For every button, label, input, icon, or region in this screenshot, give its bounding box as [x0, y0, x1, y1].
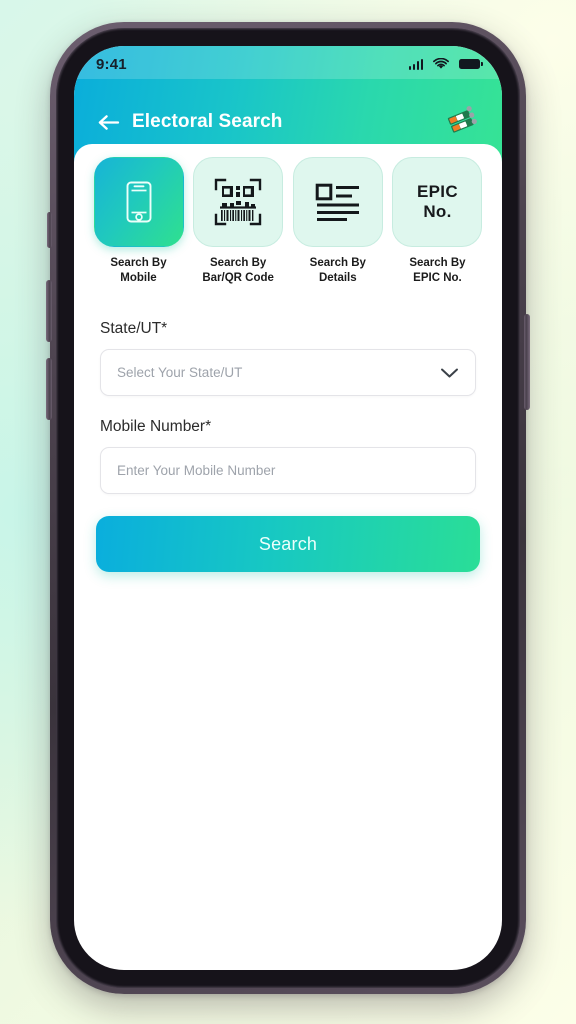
cellular-signal-icon	[408, 58, 423, 70]
status-bar: 9:41	[74, 46, 502, 79]
state-field-label: State/UT*	[100, 320, 168, 337]
status-bar-indicators	[408, 58, 483, 70]
page-title: Electoral Search	[132, 111, 283, 132]
tab-search-by-details[interactable]: Search By Details	[291, 157, 384, 286]
mobile-number-field[interactable]	[100, 447, 476, 494]
tab-search-by-mobile[interactable]: Search By Mobile	[92, 157, 185, 286]
epic-text-line1: EPIC	[417, 182, 458, 201]
state-input[interactable]	[117, 365, 440, 380]
phone-device-frame: 9:41 Electoral Search Search By Mobile S…	[46, 22, 530, 994]
state-select[interactable]	[100, 349, 476, 396]
epic-no-text-icon: EPIC No.	[417, 182, 458, 222]
search-action-bar: Search	[74, 516, 502, 610]
wifi-icon	[433, 58, 449, 69]
mobile-field-label: Mobile Number*	[100, 418, 212, 435]
tab-label-line1: Search By	[110, 257, 167, 269]
app-header: 9:41 Electoral Search Search By Mobile S…	[74, 46, 502, 572]
phone-power-button[interactable]	[524, 314, 530, 410]
tab-label-line2: EPIC No.	[413, 272, 462, 284]
field-block-state: State/UT*	[100, 320, 476, 396]
page-backdrop: 9:41 Electoral Search Search By Mobile S…	[0, 0, 576, 1024]
status-bar-time: 9:41	[96, 55, 127, 73]
search-form: State/UT* Mobile Number*	[74, 286, 502, 516]
phone-volume-up-button[interactable]	[46, 280, 52, 342]
tab-label-line2: Mobile	[120, 272, 157, 284]
tab-label-epic-no: Search By EPIC No.	[409, 256, 465, 286]
barcode-qr-icon	[214, 178, 262, 226]
tab-tile-epic-no: EPIC No.	[392, 157, 483, 247]
tab-label-line1: Search By	[210, 257, 267, 269]
tab-tile-mobile	[93, 157, 184, 247]
tab-tile-bar-qr	[193, 157, 284, 247]
mobile-phone-icon	[126, 181, 151, 223]
phone-silent-switch[interactable]	[47, 212, 52, 248]
tab-search-by-bar-qr-code[interactable]: Search By Bar/QR Code	[192, 157, 285, 286]
phone-volume-down-button[interactable]	[46, 358, 52, 420]
tab-label-bar-qr: Search By Bar/QR Code	[202, 256, 274, 286]
back-arrow-icon[interactable]	[94, 107, 124, 137]
tab-label-mobile: Search By Mobile	[110, 256, 166, 286]
epic-text-line2: No.	[423, 202, 452, 221]
mobile-input[interactable]	[117, 463, 459, 478]
tab-label-line1: Search By	[309, 257, 366, 269]
tab-tile-details	[292, 157, 383, 247]
tab-label-line2: Details	[318, 272, 357, 284]
phone-screen: 9:41 Electoral Search Search By Mobile S…	[74, 46, 502, 970]
tab-label-line1: Search By	[409, 257, 466, 269]
search-button[interactable]: Search	[96, 516, 480, 572]
chevron-down-icon[interactable]	[440, 367, 459, 379]
tab-label-line2: Bar/QR Code	[202, 272, 274, 284]
battery-full-icon	[459, 59, 483, 69]
tab-search-by-epic-no[interactable]: EPIC No. Search By EPIC No.	[391, 157, 484, 286]
eci-evm-logo-icon[interactable]	[440, 100, 484, 144]
field-block-mobile: Mobile Number*	[100, 418, 476, 494]
search-mode-tabs: Search By Mobile Search By Bar/QR Code S…	[74, 144, 502, 286]
content-sheet: Search By Mobile Search By Bar/QR Code S…	[74, 144, 502, 572]
tab-label-details: Search By Details	[310, 256, 366, 286]
details-document-icon	[315, 183, 359, 221]
